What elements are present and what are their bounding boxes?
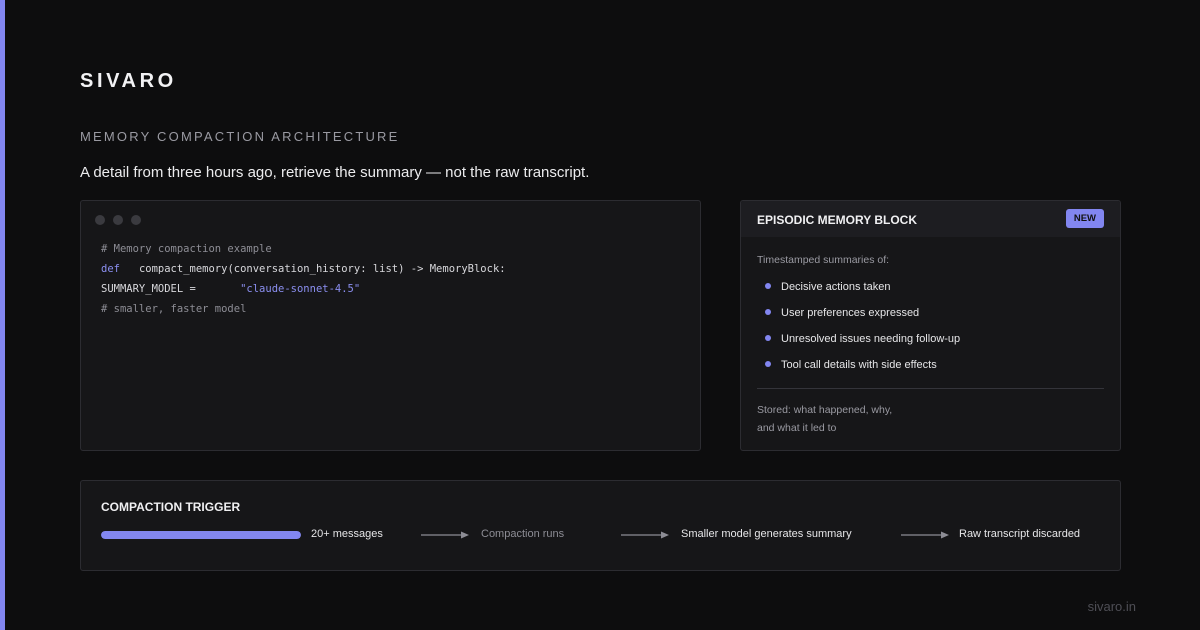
trigger-title: COMPACTION TRIGGER — [101, 500, 241, 514]
brand-logo: SIVARO — [80, 70, 177, 92]
list-item: Tool call details with side effects — [765, 359, 960, 385]
memory-item-list: Decisive actions taken User preferences … — [765, 281, 960, 385]
code-signature: compact_memory(conversation_history: lis… — [138, 263, 506, 275]
compaction-trigger-card: COMPACTION TRIGGER 20+ messages Compacti… — [80, 480, 1121, 571]
card-header: EPISODIC MEMORY BLOCK NEW — [741, 201, 1120, 237]
code-variable: SUMMARY_MODEL = — [101, 283, 196, 295]
code-string: "claude-sonnet-4.5" — [240, 283, 361, 295]
step-compaction-runs: Compaction runs — [481, 528, 565, 540]
code-window: # Memory compaction example def compact_… — [80, 200, 701, 451]
window-controls — [95, 215, 141, 225]
card-footer: Stored: what happened, why, and what it … — [757, 401, 892, 437]
bullet-icon — [765, 361, 771, 367]
accent-bar — [0, 0, 5, 630]
bullet-icon — [765, 283, 771, 289]
message-progress-bar — [101, 531, 301, 539]
episodic-memory-card: EPISODIC MEMORY BLOCK NEW Timestamped su… — [740, 200, 1121, 451]
list-item-label: Unresolved issues needing follow-up — [781, 333, 961, 345]
card-intro: Timestamped summaries of: — [757, 254, 890, 266]
list-item-label: Decisive actions taken — [781, 281, 891, 293]
page-subtitle: MEMORY COMPACTION ARCHITECTURE — [80, 129, 400, 144]
footer-line: Stored: what happened, why, — [757, 404, 893, 416]
code-comment: # Memory compaction example — [101, 243, 272, 255]
footer-line: and what it led to — [757, 422, 837, 434]
arrow-right-icon — [621, 531, 669, 539]
list-item: User preferences expressed — [765, 307, 960, 333]
window-dot-icon — [113, 215, 123, 225]
page-headline: A detail from three hours ago, retrieve … — [80, 164, 590, 181]
code-block: # Memory compaction example def compact_… — [101, 243, 506, 323]
code-keyword: def — [101, 263, 120, 275]
list-item: Unresolved issues needing follow-up — [765, 333, 960, 359]
card-title: EPISODIC MEMORY BLOCK — [757, 213, 918, 227]
window-dot-icon — [131, 215, 141, 225]
arrow-right-icon — [421, 531, 469, 539]
code-assignment-line: SUMMARY_MODEL = "claude-sonnet-4.5" — [101, 283, 506, 303]
step-generate-summary: Smaller model generates summary — [681, 528, 852, 540]
bullet-icon — [765, 335, 771, 341]
site-url: sivaro.in — [1087, 599, 1136, 614]
list-item-label: User preferences expressed — [781, 307, 920, 319]
list-item: Decisive actions taken — [765, 281, 960, 307]
arrow-right-icon — [901, 531, 949, 539]
bullet-icon — [765, 309, 771, 315]
step-discard-transcript: Raw transcript discarded — [959, 528, 1081, 540]
window-dot-icon — [95, 215, 105, 225]
card-divider — [757, 388, 1104, 389]
step-messages: 20+ messages — [311, 528, 383, 540]
list-item-label: Tool call details with side effects — [781, 359, 937, 371]
progress-fill — [101, 531, 301, 539]
code-def-line: def compact_memory(conversation_history:… — [101, 263, 506, 283]
new-badge: NEW — [1065, 209, 1104, 228]
code-comment: # smaller, faster model — [101, 303, 247, 315]
